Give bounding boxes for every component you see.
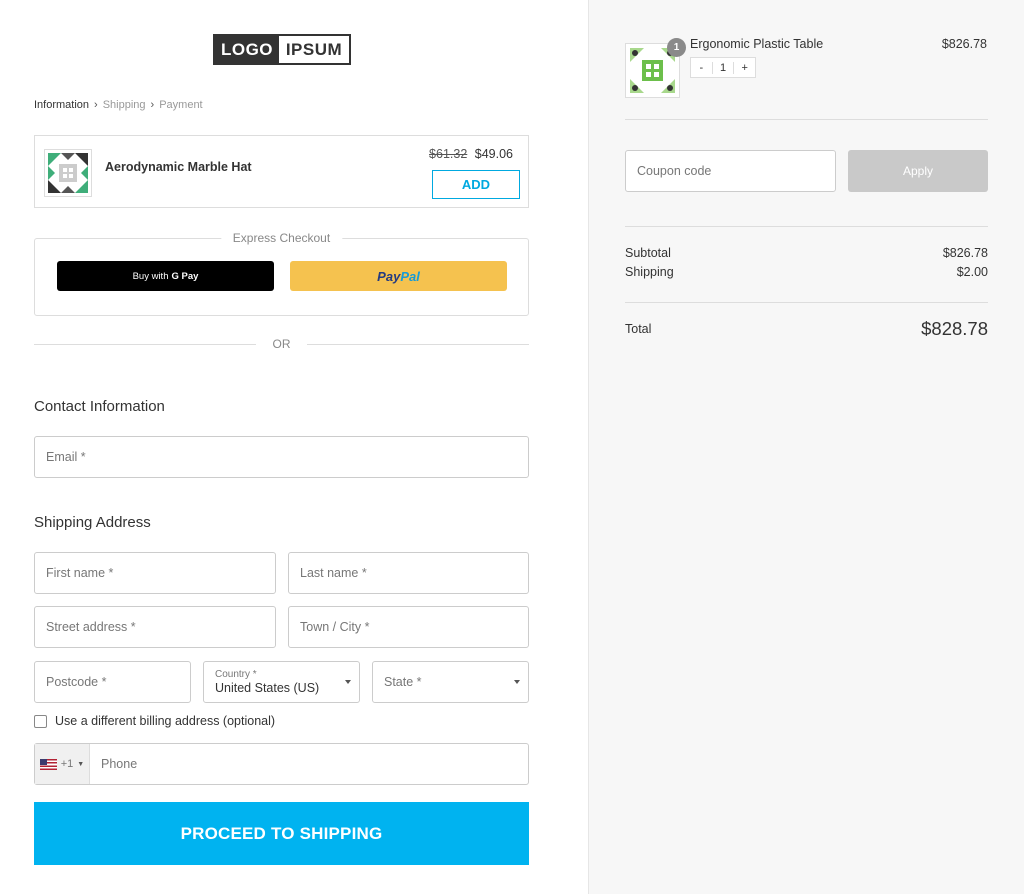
- or-label: OR: [272, 337, 291, 351]
- breadcrumb: Information › Shipping › Payment: [34, 99, 203, 111]
- upsell-prices: $61.32 $49.06: [429, 147, 513, 161]
- cart-item-name: Ergonomic Plastic Table: [690, 37, 824, 51]
- quantity-stepper: - 1 +: [690, 57, 756, 78]
- street-address-placeholder: Street address *: [46, 620, 136, 634]
- paypal-logo-part-2: Pal: [400, 268, 420, 284]
- caret-down-icon: ▼: [77, 760, 85, 768]
- cart-quantity-badge: 1: [667, 38, 686, 57]
- cart-item-price: $826.78: [941, 37, 987, 51]
- quilt-pattern-icon: [45, 150, 91, 196]
- first-name-placeholder: First name *: [46, 566, 114, 580]
- divider: [625, 119, 988, 120]
- chevron-right-icon: ›: [150, 99, 155, 111]
- caret-down-icon: [514, 680, 520, 684]
- subtotal-value: $826.78: [942, 246, 988, 260]
- total-value: $828.78: [921, 318, 988, 339]
- shipping-address-heading: Shipping Address: [34, 514, 151, 531]
- product-thumbnail: [44, 149, 92, 197]
- town-city-field[interactable]: Town / City *: [288, 606, 529, 648]
- email-placeholder: Email *: [46, 450, 86, 464]
- different-billing-option: Use a different billing address (optiona…: [34, 714, 275, 728]
- add-upsell-button[interactable]: ADD: [432, 170, 520, 199]
- upsell-old-price: $61.32: [429, 147, 468, 161]
- checkout-form-panel: LOGO IPSUM Information › Shipping › Paym…: [0, 0, 588, 894]
- google-pay-button[interactable]: Buy with G Pay: [57, 261, 274, 291]
- total-row: Total $828.78: [625, 318, 988, 340]
- google-pay-logo: G Pay: [171, 270, 199, 282]
- total-label: Total: [625, 322, 652, 336]
- apply-coupon-button[interactable]: Apply: [848, 150, 988, 192]
- country-label: Country *: [215, 669, 257, 680]
- chevron-right-icon: ›: [94, 99, 98, 111]
- coupon-placeholder: Coupon code: [637, 164, 712, 178]
- subtotal-label: Subtotal: [625, 246, 671, 260]
- country-select[interactable]: Country * United States (US): [203, 661, 360, 703]
- last-name-field[interactable]: Last name *: [288, 552, 529, 594]
- shipping-row: Shipping $2.00: [625, 265, 988, 279]
- contact-information-heading: Contact Information: [34, 398, 165, 415]
- different-billing-checkbox[interactable]: [34, 714, 47, 728]
- postcode-placeholder: Postcode *: [46, 675, 107, 689]
- email-field[interactable]: Email *: [34, 436, 529, 478]
- state-select[interactable]: State *: [372, 661, 529, 703]
- divider: [625, 226, 988, 227]
- gpay-prefix: Buy with: [132, 270, 169, 282]
- state-placeholder: State *: [384, 675, 422, 689]
- shipping-value: $2.00: [956, 265, 988, 279]
- store-logo[interactable]: LOGO IPSUM: [213, 34, 351, 65]
- upsell-product-card: Aerodynamic Marble Hat $61.32 $49.06 ADD: [34, 135, 529, 208]
- first-name-field[interactable]: First name *: [34, 552, 276, 594]
- shipping-label: Shipping: [625, 265, 674, 279]
- logo-part-1: LOGO: [215, 36, 279, 63]
- phone-field-group: +1 ▼ Phone: [34, 743, 529, 785]
- subtotal-row: Subtotal $826.78: [625, 246, 988, 260]
- paypal-button[interactable]: Pay Pal: [290, 261, 507, 291]
- decrease-quantity-button[interactable]: -: [691, 62, 712, 74]
- us-flag-icon: [39, 758, 57, 770]
- increase-quantity-button[interactable]: +: [734, 62, 755, 74]
- upsell-product-name: Aerodynamic Marble Hat: [105, 160, 252, 174]
- phone-input[interactable]: Phone: [90, 744, 137, 784]
- order-summary-panel: 1 Ergonomic Plastic Table $826.78 - 1 + …: [588, 0, 1024, 894]
- upsell-new-price: $49.06: [474, 147, 513, 161]
- street-address-field[interactable]: Street address *: [34, 606, 276, 648]
- last-name-placeholder: Last name *: [300, 566, 367, 580]
- logo-part-2: IPSUM: [285, 39, 343, 59]
- divider: [625, 302, 988, 303]
- country-code-selector[interactable]: +1 ▼: [35, 744, 90, 784]
- town-city-placeholder: Town / City *: [300, 620, 370, 634]
- quantity-value[interactable]: 1: [711, 61, 735, 74]
- different-billing-label[interactable]: Use a different billing address (optiona…: [55, 714, 275, 728]
- proceed-to-shipping-button[interactable]: PROCEED TO SHIPPING: [34, 802, 529, 865]
- or-divider: OR: [34, 336, 529, 352]
- coupon-code-input[interactable]: Coupon code: [625, 150, 836, 192]
- postcode-field[interactable]: Postcode *: [34, 661, 191, 703]
- country-code-value: +1: [60, 758, 74, 770]
- country-value: United States (US): [215, 681, 320, 695]
- breadcrumb-payment: Payment: [159, 99, 203, 111]
- phone-placeholder: Phone: [101, 757, 138, 771]
- express-checkout-legend: Express Checkout: [220, 231, 343, 245]
- caret-down-icon: [345, 680, 351, 684]
- express-checkout-box: Express Checkout Buy with G Pay Pay Pal: [34, 231, 529, 316]
- breadcrumb-information[interactable]: Information: [34, 99, 89, 111]
- breadcrumb-shipping: Shipping: [102, 99, 146, 111]
- paypal-logo-part-1: Pay: [377, 268, 401, 284]
